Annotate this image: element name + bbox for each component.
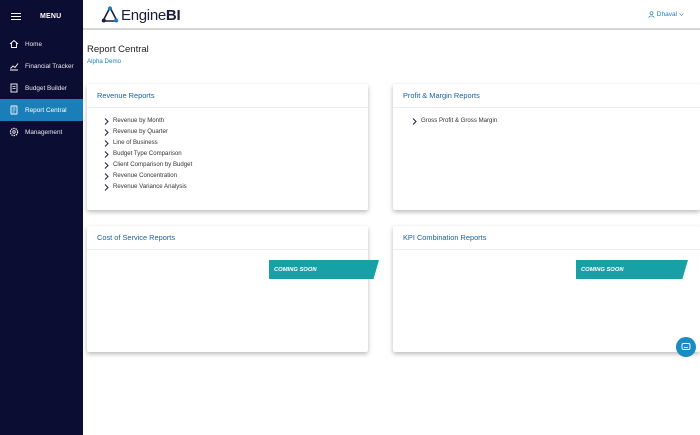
logo-text: EngineBI	[121, 6, 181, 24]
report-link-revenue-concentration[interactable]: Revenue Concentration	[104, 170, 368, 181]
report-label: Gross Profit & Gross Margin	[421, 117, 498, 124]
logo-icon	[101, 6, 119, 23]
sidebar-item-report-central[interactable]: Report Central	[0, 99, 83, 121]
home-icon	[9, 39, 19, 49]
report-link-revenue-by-quarter[interactable]: Revenue by Quarter	[104, 126, 368, 137]
engine-bi-logo[interactable]: EngineBI	[101, 6, 181, 24]
chevron-right-icon	[104, 150, 110, 158]
sidebar-item-label: Budget Builder	[25, 84, 67, 92]
chat-icon	[681, 343, 691, 350]
sidebar-header: MENU	[0, 0, 83, 33]
revenue-reports-card: Revenue Reports Revenue by Month Revenue…	[87, 84, 368, 210]
user-menu[interactable]: Dhaval	[648, 11, 686, 18]
report-label: Budget Type Comparison	[113, 150, 182, 157]
report-label: Client Comparison by Budget	[113, 161, 193, 168]
report-list: Gross Profit & Gross Margin	[393, 108, 700, 126]
report-link-client-comparison-by-budget[interactable]: Client Comparison by Budget	[104, 159, 368, 170]
report-link-gross-profit-gross-margin[interactable]: Gross Profit & Gross Margin	[412, 115, 700, 126]
sidebar-item-label: Report Central	[25, 106, 67, 114]
user-icon	[648, 11, 655, 18]
sidebar-item-home[interactable]: Home	[0, 33, 83, 55]
hamburger-icon[interactable]	[11, 12, 21, 21]
kpi-combination-reports-card: KPI Combination Reports	[393, 226, 700, 352]
report-label: Revenue Concentration	[113, 172, 178, 179]
menu-title: MENU	[40, 13, 62, 20]
chevron-down-icon	[679, 13, 684, 16]
chevron-right-icon	[104, 161, 110, 169]
report-list: Revenue by Month Revenue by Quarter Line…	[87, 108, 368, 192]
card-title: Cost of Service Reports	[87, 226, 368, 250]
coming-soon-ribbon: COMING SOON	[576, 260, 688, 279]
sidebar-item-label: Financial Tracker	[25, 62, 74, 70]
card-title: Revenue Reports	[87, 84, 368, 108]
chevron-right-icon	[104, 183, 110, 191]
chevron-right-icon	[104, 139, 110, 147]
page-title: Report Central	[87, 44, 149, 55]
coming-soon-ribbon: COMING SOON	[269, 260, 379, 279]
page-subtitle[interactable]: Alpha Demo	[87, 58, 121, 65]
chevron-right-icon	[412, 117, 418, 125]
profit-margin-reports-card: Profit & Margin Reports Gross Profit & G…	[393, 84, 700, 210]
report-icon	[9, 105, 19, 115]
chevron-right-icon	[104, 117, 110, 125]
chart-icon	[9, 61, 19, 71]
card-title: KPI Combination Reports	[393, 226, 700, 250]
chevron-right-icon	[104, 128, 110, 136]
sidebar-item-label: Home	[25, 40, 43, 48]
gear-icon	[9, 127, 19, 137]
chat-button[interactable]	[676, 337, 696, 357]
chevron-right-icon	[104, 172, 110, 180]
document-icon	[9, 83, 19, 93]
user-name: Dhaval	[656, 11, 677, 18]
cost-of-service-reports-card: Cost of Service Reports	[87, 226, 368, 352]
top-bar: EngineBI Dhaval	[83, 0, 700, 30]
sidebar: MENU Home Financial Tracker Budget Build…	[0, 0, 83, 435]
report-link-revenue-by-month[interactable]: Revenue by Month	[104, 115, 368, 126]
card-title: Profit & Margin Reports	[393, 84, 700, 108]
report-label: Revenue by Month	[113, 117, 165, 124]
report-label: Revenue by Quarter	[113, 128, 168, 135]
sidebar-item-label: Management	[25, 128, 63, 136]
report-link-line-of-business[interactable]: Line of Business	[104, 137, 368, 148]
report-label: Revenue Variance Analysis	[113, 183, 187, 190]
sidebar-item-financial-tracker[interactable]: Financial Tracker	[0, 55, 83, 77]
report-label: Line of Business	[113, 139, 158, 146]
sidebar-item-budget-builder[interactable]: Budget Builder	[0, 77, 83, 99]
report-link-revenue-variance-analysis[interactable]: Revenue Variance Analysis	[104, 181, 368, 192]
sidebar-item-management[interactable]: Management	[0, 121, 83, 143]
report-link-budget-type-comparison[interactable]: Budget Type Comparison	[104, 148, 368, 159]
